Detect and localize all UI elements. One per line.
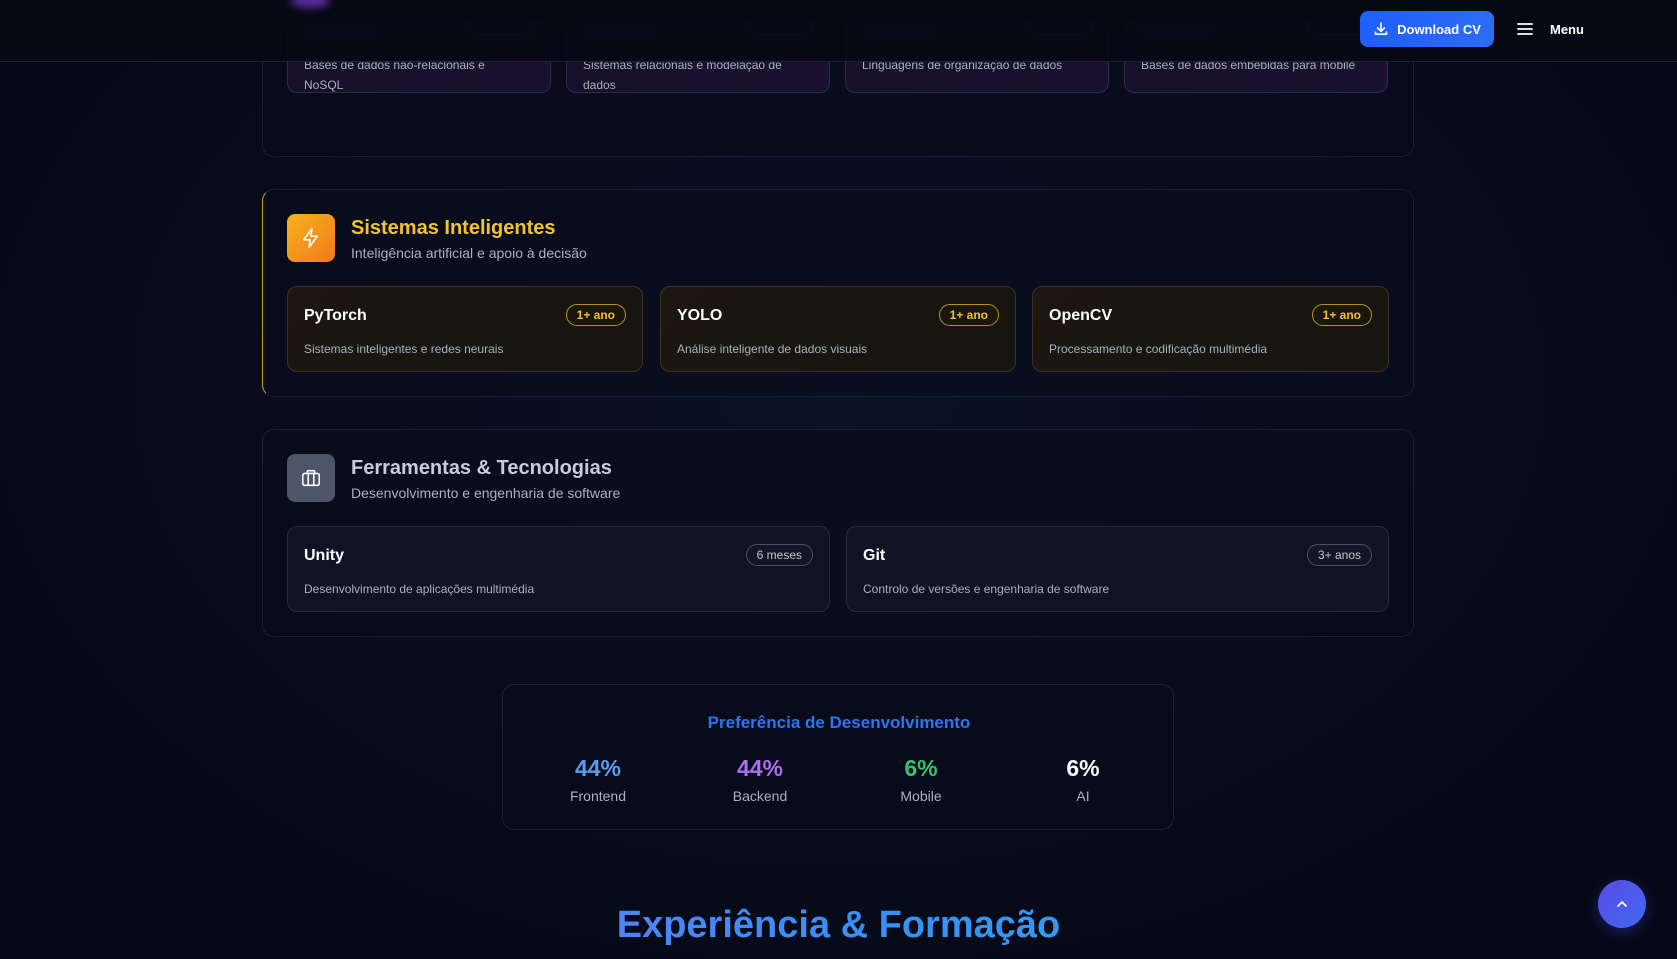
skill-name: PyTorch: [304, 307, 367, 324]
section-title: Ferramentas & Tecnologias: [351, 457, 612, 479]
section-subtitle: Inteligência artificial e apoio à decisã…: [351, 245, 587, 261]
stat-ai: 6% AI: [1023, 755, 1143, 804]
skill-name: Git: [863, 547, 886, 564]
stat-value: 44%: [736, 755, 784, 781]
hamburger-icon: [1517, 23, 1533, 35]
skill-card-unity: Unity 6 meses Desenvolvimento de aplicaç…: [287, 526, 830, 612]
experience-badge: 3+ anos: [1306, 544, 1372, 566]
skill-desc: Sistemas inteligentes e redes neurais: [304, 342, 504, 356]
experience-badge: 1+ ano: [938, 304, 999, 326]
tools-section: Ferramentas & Tecnologias Desenvolviment…: [262, 429, 1414, 637]
skill-desc: Processamento e codificação multimédia: [1049, 342, 1268, 356]
skill-card-yolo: YOLO 1+ ano Análise inteligente de dados…: [660, 286, 1016, 372]
intelligent-systems-section: Sistemas Inteligentes Inteligência artif…: [262, 189, 1414, 397]
experience-badge: 1+ ano: [565, 304, 626, 326]
experience-heading: Experiência & Formação: [0, 904, 1677, 947]
stat-value: 6%: [904, 755, 938, 781]
stat-value: 6%: [1066, 755, 1100, 781]
experience-badge: 6 meses: [745, 544, 813, 566]
chevron-up-icon: [1617, 901, 1627, 907]
stat-label: Frontend: [569, 788, 627, 804]
briefcase-icon: [287, 454, 335, 502]
stat-frontend: 44% Frontend: [538, 755, 658, 804]
stat-backend: 44% Backend: [700, 755, 820, 804]
scroll-to-top-button[interactable]: [1598, 880, 1646, 928]
skill-desc: Desenvolvimento de aplicações multimédia: [304, 582, 535, 596]
decorative-glow: [290, 0, 330, 8]
menu-label: Menu: [1550, 21, 1584, 37]
skill-name: Unity: [304, 547, 344, 564]
stat-label: Mobile: [900, 788, 942, 804]
lightning-icon: [287, 214, 335, 262]
preference-title: Preferência de Desenvolvimento: [707, 713, 971, 732]
download-cv-button[interactable]: Download CV: [1360, 11, 1494, 47]
stat-label: AI: [1076, 788, 1090, 804]
experience-badge: 1+ ano: [1311, 304, 1372, 326]
section-title: Sistemas Inteligentes: [351, 217, 556, 239]
section-subtitle: Desenvolvimento e engenharia de software: [351, 485, 621, 501]
stat-value: 44%: [574, 755, 622, 781]
top-navbar: Download CV Menu: [0, 0, 1677, 62]
skill-name: YOLO: [677, 307, 723, 324]
stat-mobile: 6% Mobile: [861, 755, 981, 804]
stat-label: Backend: [732, 788, 788, 804]
skill-desc: Controlo de versões e engenharia de soft…: [863, 582, 1110, 596]
skill-card-opencv: OpenCV 1+ ano Processamento e codificaçã…: [1032, 286, 1389, 372]
skill-name: OpenCV: [1049, 307, 1113, 324]
download-icon: [1374, 22, 1388, 35]
skill-card-git: Git 3+ anos Controlo de versões e engenh…: [846, 526, 1389, 612]
skill-card-pytorch: PyTorch 1+ ano Sistemas inteligentes e r…: [287, 286, 643, 372]
menu-button[interactable]: Menu: [1516, 16, 1584, 42]
development-preference-box: Preferência de Desenvolvimento 44% Front…: [502, 684, 1174, 830]
download-cv-label: Download CV: [1397, 21, 1481, 37]
skill-desc: Análise inteligente de dados visuais: [677, 342, 868, 356]
